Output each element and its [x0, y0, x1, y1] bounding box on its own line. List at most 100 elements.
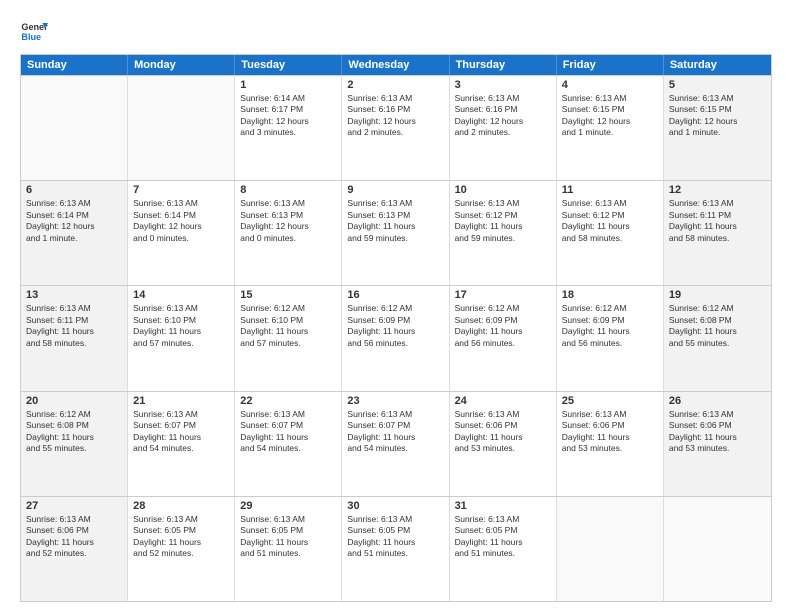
day-cell-6: 6Sunrise: 6:13 AM Sunset: 6:14 PM Daylig…	[21, 181, 128, 285]
day-info: Sunrise: 6:13 AM Sunset: 6:13 PM Dayligh…	[347, 198, 443, 244]
day-info: Sunrise: 6:13 AM Sunset: 6:07 PM Dayligh…	[347, 409, 443, 455]
empty-cell	[664, 497, 771, 601]
day-number: 5	[669, 79, 766, 91]
day-info: Sunrise: 6:14 AM Sunset: 6:17 PM Dayligh…	[240, 93, 336, 139]
day-number: 17	[455, 289, 551, 301]
day-info: Sunrise: 6:13 AM Sunset: 6:05 PM Dayligh…	[455, 514, 551, 560]
header-day-wednesday: Wednesday	[342, 55, 449, 75]
day-info: Sunrise: 6:12 AM Sunset: 6:08 PM Dayligh…	[26, 409, 122, 455]
empty-cell	[557, 497, 664, 601]
day-cell-27: 27 Sunrise: 6:13 AM Sunset: 6:06 PM Dayli…	[21, 497, 128, 601]
day-info: Sunrise: 6:13 AM Sunset: 6:07 PM Dayligh…	[240, 409, 336, 455]
day-info: Sunrise: 6:13 AM Sunset: 6:10 PM Dayligh…	[133, 303, 229, 349]
day-number: 19	[669, 289, 766, 301]
day-info: Sunrise: 6:13 AM Sunset: 6:06 PM Dayligh…	[455, 409, 551, 455]
day-info: Sunrise: 6:13 AM Sunset: 6:14 PM Dayligh…	[133, 198, 229, 244]
day-number: 18	[562, 289, 658, 301]
day-cell-10: 10 Sunrise: 6:13 AM Sunset: 6:12 PM Dayli…	[450, 181, 557, 285]
day-number: 25	[562, 395, 658, 407]
day-info: Sunrise: 6:13 AM Sunset: 6:05 PM Dayligh…	[133, 514, 229, 560]
day-number: 13	[26, 289, 122, 301]
day-number: 27	[26, 500, 122, 512]
header-day-saturday: Saturday	[664, 55, 771, 75]
day-cell-26: 26Sunrise: 6:13 AM Sunset: 6:06 PM Dayli…	[664, 392, 771, 496]
empty-cell	[128, 76, 235, 180]
day-number: 7	[133, 184, 229, 196]
day-info: Sunrise: 6:12 AM Sunset: 6:08 PM Dayligh…	[669, 303, 766, 349]
header-day-sunday: Sunday	[21, 55, 128, 75]
day-cell-4: 4 Sunrise: 6:13 AM Sunset: 6:15 PM Daylig…	[557, 76, 664, 180]
day-number: 14	[133, 289, 229, 301]
day-number: 4	[562, 79, 658, 91]
day-number: 29	[240, 500, 336, 512]
day-number: 8	[240, 184, 336, 196]
day-number: 3	[455, 79, 551, 91]
week-row-1: 1 Sunrise: 6:14 AM Sunset: 6:17 PM Daylig…	[21, 75, 771, 180]
day-number: 20	[26, 395, 122, 407]
day-number: 24	[455, 395, 551, 407]
day-cell-30: 30Sunrise: 6:13 AM Sunset: 6:05 PM Dayli…	[342, 497, 449, 601]
day-number: 11	[562, 184, 658, 196]
day-info: Sunrise: 6:12 AM Sunset: 6:09 PM Dayligh…	[562, 303, 658, 349]
day-cell-23: 23Sunrise: 6:13 AM Sunset: 6:07 PM Dayli…	[342, 392, 449, 496]
day-cell-9: 9 Sunrise: 6:13 AM Sunset: 6:13 PM Daylig…	[342, 181, 449, 285]
day-cell-3: 3Sunrise: 6:13 AM Sunset: 6:16 PM Daylig…	[450, 76, 557, 180]
day-cell-5: 5 Sunrise: 6:13 AM Sunset: 6:15 PM Daylig…	[664, 76, 771, 180]
day-cell-17: 17 Sunrise: 6:12 AM Sunset: 6:09 PM Dayli…	[450, 286, 557, 390]
header-day-thursday: Thursday	[450, 55, 557, 75]
day-cell-2: 2Sunrise: 6:13 AM Sunset: 6:16 PM Daylig…	[342, 76, 449, 180]
day-info: Sunrise: 6:13 AM Sunset: 6:07 PM Dayligh…	[133, 409, 229, 455]
day-info: Sunrise: 6:13 AM Sunset: 6:11 PM Dayligh…	[669, 198, 766, 244]
day-cell-29: 29 Sunrise: 6:13 AM Sunset: 6:05 PM Dayli…	[235, 497, 342, 601]
day-cell-14: 14 Sunrise: 6:13 AM Sunset: 6:10 PM Dayli…	[128, 286, 235, 390]
day-number: 16	[347, 289, 443, 301]
logo-icon: General Blue	[20, 16, 48, 44]
calendar-body: 1 Sunrise: 6:14 AM Sunset: 6:17 PM Daylig…	[21, 75, 771, 601]
day-number: 10	[455, 184, 551, 196]
day-number: 15	[240, 289, 336, 301]
day-number: 26	[669, 395, 766, 407]
header-day-tuesday: Tuesday	[235, 55, 342, 75]
day-number: 22	[240, 395, 336, 407]
day-cell-31: 31Sunrise: 6:13 AM Sunset: 6:05 PM Dayli…	[450, 497, 557, 601]
day-cell-21: 21Sunrise: 6:13 AM Sunset: 6:07 PM Dayli…	[128, 392, 235, 496]
empty-cell	[21, 76, 128, 180]
day-cell-25: 25 Sunrise: 6:13 AM Sunset: 6:06 PM Dayli…	[557, 392, 664, 496]
day-cell-12: 12Sunrise: 6:13 AM Sunset: 6:11 PM Dayli…	[664, 181, 771, 285]
day-info: Sunrise: 6:13 AM Sunset: 6:13 PM Dayligh…	[240, 198, 336, 244]
logo: General Blue	[20, 16, 52, 44]
week-row-5: 27 Sunrise: 6:13 AM Sunset: 6:06 PM Dayli…	[21, 496, 771, 601]
day-cell-28: 28 Sunrise: 6:13 AM Sunset: 6:05 PM Dayli…	[128, 497, 235, 601]
header-day-monday: Monday	[128, 55, 235, 75]
day-info: Sunrise: 6:13 AM Sunset: 6:06 PM Dayligh…	[562, 409, 658, 455]
calendar-header: SundayMondayTuesdayWednesdayThursdayFrid…	[21, 55, 771, 75]
day-info: Sunrise: 6:13 AM Sunset: 6:05 PM Dayligh…	[240, 514, 336, 560]
day-info: Sunrise: 6:13 AM Sunset: 6:12 PM Dayligh…	[455, 198, 551, 244]
day-number: 28	[133, 500, 229, 512]
day-info: Sunrise: 6:13 AM Sunset: 6:05 PM Dayligh…	[347, 514, 443, 560]
header: General Blue	[20, 16, 772, 44]
day-cell-19: 19 Sunrise: 6:12 AM Sunset: 6:08 PM Dayli…	[664, 286, 771, 390]
day-info: Sunrise: 6:12 AM Sunset: 6:09 PM Dayligh…	[455, 303, 551, 349]
day-info: Sunrise: 6:13 AM Sunset: 6:11 PM Dayligh…	[26, 303, 122, 349]
day-info: Sunrise: 6:13 AM Sunset: 6:06 PM Dayligh…	[26, 514, 122, 560]
day-info: Sunrise: 6:12 AM Sunset: 6:10 PM Dayligh…	[240, 303, 336, 349]
day-cell-11: 11Sunrise: 6:13 AM Sunset: 6:12 PM Dayli…	[557, 181, 664, 285]
week-row-2: 6 Sunrise: 6:13 AM Sunset: 6:14 PM Daylig…	[21, 180, 771, 285]
day-number: 1	[240, 79, 336, 91]
day-cell-13: 13 Sunrise: 6:13 AM Sunset: 6:11 PM Dayli…	[21, 286, 128, 390]
day-number: 6	[26, 184, 122, 196]
week-row-4: 20 Sunrise: 6:12 AM Sunset: 6:08 PM Dayli…	[21, 391, 771, 496]
day-number: 9	[347, 184, 443, 196]
day-cell-20: 20 Sunrise: 6:12 AM Sunset: 6:08 PM Dayli…	[21, 392, 128, 496]
day-info: Sunrise: 6:13 AM Sunset: 6:16 PM Dayligh…	[347, 93, 443, 139]
page: General Blue SundayMondayTuesdayWednesda…	[0, 0, 792, 612]
week-row-3: 13 Sunrise: 6:13 AM Sunset: 6:11 PM Dayli…	[21, 285, 771, 390]
day-cell-16: 16 Sunrise: 6:12 AM Sunset: 6:09 PM Dayli…	[342, 286, 449, 390]
day-info: Sunrise: 6:12 AM Sunset: 6:09 PM Dayligh…	[347, 303, 443, 349]
day-cell-24: 24 Sunrise: 6:13 AM Sunset: 6:06 PM Dayli…	[450, 392, 557, 496]
day-info: Sunrise: 6:13 AM Sunset: 6:15 PM Dayligh…	[562, 93, 658, 139]
day-info: Sunrise: 6:13 AM Sunset: 6:15 PM Dayligh…	[669, 93, 766, 139]
svg-text:Blue: Blue	[21, 32, 41, 42]
header-day-friday: Friday	[557, 55, 664, 75]
